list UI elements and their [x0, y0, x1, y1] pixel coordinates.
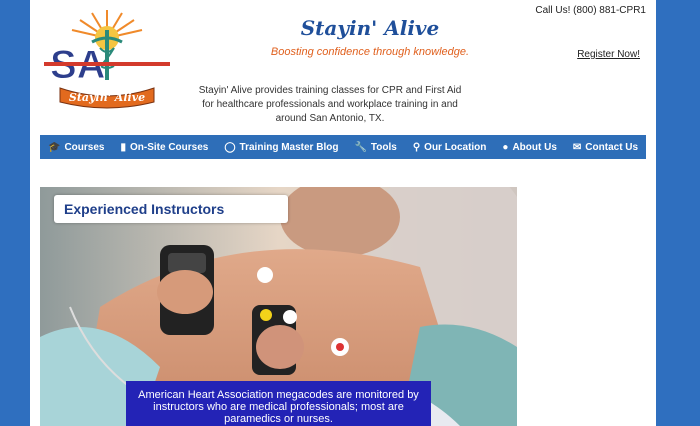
call-us-text[interactable]: Call Us! (800) 881-CPR1	[535, 5, 646, 16]
logo-ribbon-text: Stayin' Alive	[69, 91, 145, 104]
nav-item-onsite-courses[interactable]: ▮ On-Site Courses	[112, 142, 216, 153]
nav-item-about[interactable]: ● About Us	[494, 142, 565, 153]
page-container: SA Stayin' Alive Stayin' Alive Boosting …	[30, 0, 656, 426]
nav-item-blog[interactable]: ◯ Training Master Blog	[216, 142, 346, 153]
site-title[interactable]: Stayin' Alive	[270, 16, 470, 40]
chat-icon: ◯	[224, 141, 236, 153]
nav-item-contact[interactable]: ✉ Contact Us	[565, 142, 646, 153]
wrench-icon: 🔧	[354, 141, 367, 153]
slide-caption-box: Experienced Instructors	[54, 195, 288, 223]
nav-label: Courses	[64, 141, 105, 153]
graduation-cap-icon: 🎓	[48, 141, 61, 153]
logo-icon[interactable]: SA Stayin' Alive	[42, 8, 172, 112]
brand-block: Stayin' Alive Boosting confidence throug…	[270, 16, 470, 58]
register-link[interactable]: Register Now!	[577, 49, 640, 60]
nav-item-location[interactable]: ⚲ Our Location	[405, 142, 495, 153]
site-description: Stayin' Alive provides training classes …	[198, 85, 462, 124]
book-icon: ▮	[120, 141, 126, 153]
nav-item-tools[interactable]: 🔧 Tools	[346, 142, 404, 153]
nav-label: On-Site Courses	[129, 141, 209, 153]
nav-label: About Us	[512, 141, 557, 153]
nav-item-courses[interactable]: 🎓 Courses	[40, 142, 112, 153]
slide-caption: Experienced Instructors	[64, 201, 225, 217]
envelope-icon: ✉	[572, 141, 582, 153]
hero-slider[interactable]: Experienced Instructors American Heart A…	[40, 187, 517, 426]
slide-overlay-box: American Heart Association megacodes are…	[126, 381, 431, 426]
site-tagline: Boosting confidence through knowledge.	[270, 46, 470, 58]
nav-label: Tools	[370, 141, 397, 153]
slide-overlay-text: American Heart Association megacodes are…	[138, 389, 419, 425]
nav-label: Contact Us	[585, 141, 639, 153]
nav-label: Training Master Blog	[239, 141, 339, 153]
users-icon: ●	[502, 141, 509, 153]
map-marker-icon: ⚲	[412, 141, 421, 153]
nav-label: Our Location	[424, 141, 487, 153]
main-nav: 🎓 Courses ▮ On-Site Courses ◯ Training M…	[40, 135, 646, 159]
